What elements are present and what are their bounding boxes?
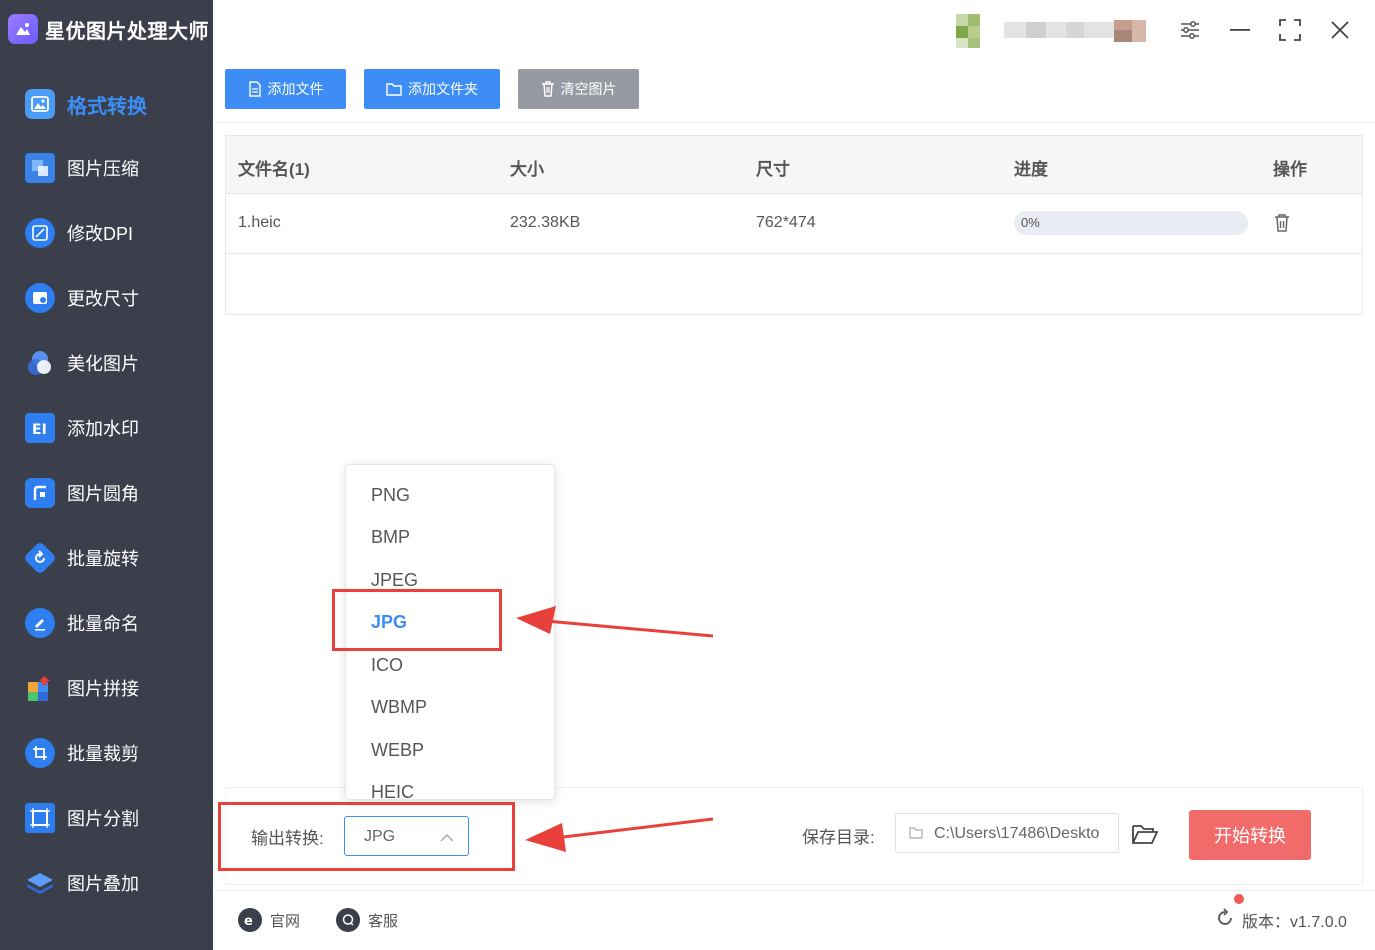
website-link[interactable]: e 官网 [238, 906, 300, 934]
refresh-icon [1215, 907, 1235, 933]
divider [213, 890, 1375, 891]
website-label: 官网 [270, 912, 301, 930]
annotation-arrows [516, 606, 714, 852]
svg-text:e: e [244, 914, 253, 927]
version-text: 版本：v1.7.0.0 [1242, 914, 1347, 931]
support-label: 客服 [368, 912, 399, 930]
update-badge [1234, 894, 1244, 904]
version-info[interactable]: 版本：v1.7.0.0 [1215, 906, 1347, 934]
support-link[interactable]: 客服 [336, 906, 398, 934]
chat-bubble-icon [336, 908, 360, 932]
ie-browser-icon: e [238, 908, 262, 932]
